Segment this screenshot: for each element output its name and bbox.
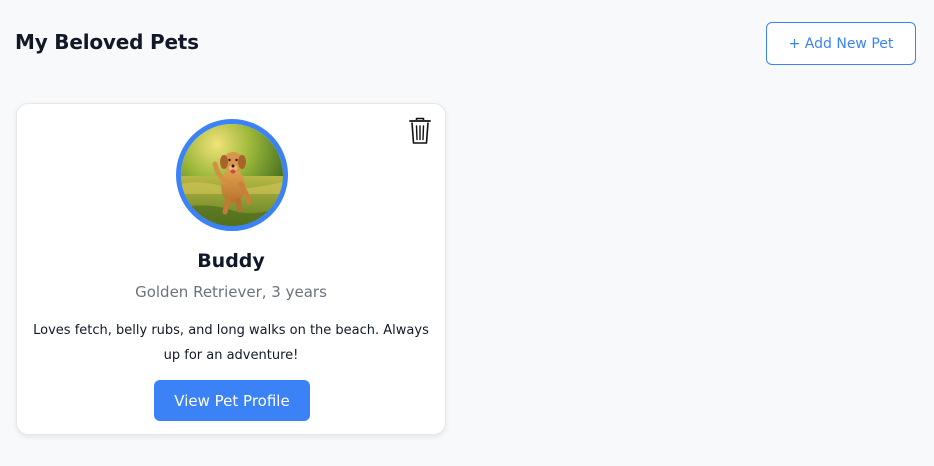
pet-photo [181,124,283,226]
trash-icon [409,117,431,144]
page-title: My Beloved Pets [15,30,199,54]
delete-pet-button[interactable] [407,116,433,146]
pet-card: Buddy Golden Retriever, 3 years Loves fe… [16,103,446,435]
pet-breed-age: Golden Retriever, 3 years [135,283,327,301]
pet-avatar [176,119,288,231]
add-new-pet-button[interactable]: + Add New Pet [766,22,916,65]
view-pet-profile-button[interactable]: View Pet Profile [154,380,310,421]
pet-description: Loves fetch, belly rubs, and long walks … [33,323,429,363]
pet-name: Buddy [197,250,265,272]
